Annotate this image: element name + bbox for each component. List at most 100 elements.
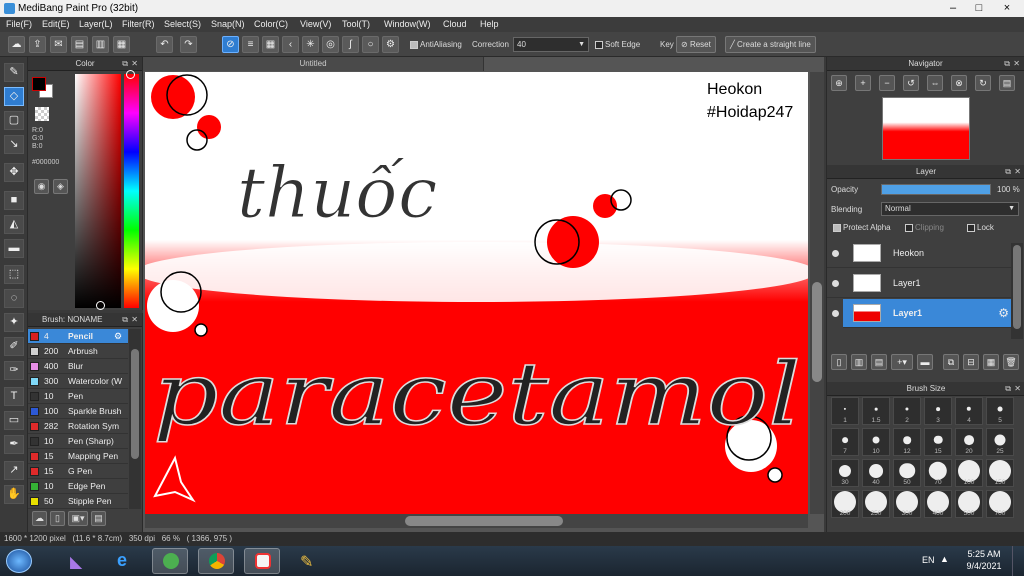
hue-handle[interactable] xyxy=(126,70,135,79)
brush-size-option[interactable]: 4 xyxy=(955,397,983,425)
drawing-canvas[interactable]: Heokon #Hoidap247 thuốc paracetamol xyxy=(145,72,808,514)
brush-size-option[interactable]: 2 xyxy=(893,397,921,425)
internet-explorer-icon[interactable]: e xyxy=(106,548,142,574)
circle-snap-icon[interactable]: ○ xyxy=(362,36,379,53)
cloud-brush-icon[interactable]: ☁ xyxy=(32,511,47,526)
radial-snap-icon[interactable]: ✳ xyxy=(302,36,319,53)
clock[interactable]: 5:25 AM 9/4/2021 xyxy=(964,548,1004,574)
brush-size-option[interactable]: 50 xyxy=(893,459,921,487)
rotate-left-icon[interactable]: ↺ xyxy=(903,75,919,91)
grid-snap-icon[interactable]: ▦ xyxy=(262,36,279,53)
close-button[interactable]: × xyxy=(994,0,1020,17)
menu-color[interactable]: Color(C) xyxy=(254,17,288,32)
save-icon[interactable]: ▥ xyxy=(92,36,109,53)
menu-filter[interactable]: Filter(R) xyxy=(122,17,155,32)
color-palette-icon[interactable]: ◈ xyxy=(53,179,68,194)
rotate-right-icon[interactable]: ↻ xyxy=(975,75,991,91)
brush-item[interactable]: 50 Stipple Pen xyxy=(28,494,128,509)
brush-size-option[interactable]: 12 xyxy=(893,428,921,456)
canvas-vertical-scrollbar[interactable] xyxy=(810,72,824,514)
horizontal-scroll-thumb[interactable] xyxy=(405,516,563,526)
concentric-snap-icon[interactable]: ◎ xyxy=(322,36,339,53)
select-tool-icon[interactable]: ⬚ xyxy=(4,265,24,284)
clipping-checkbox[interactable]: Clipping xyxy=(905,223,944,232)
document-tab[interactable]: Untitled xyxy=(143,57,484,71)
medibang-taskbar-icon[interactable] xyxy=(244,548,280,574)
new-file-icon[interactable]: ▤ xyxy=(71,36,88,53)
brush-size-option[interactable]: 150 xyxy=(986,459,1014,487)
hand-tool-icon[interactable]: ✋ xyxy=(4,485,24,504)
divide-tool-icon[interactable]: ▭ xyxy=(4,411,24,430)
brush-item[interactable]: 15 G Pen xyxy=(28,464,128,479)
undo-icon[interactable]: ↶ xyxy=(156,36,173,53)
menu-select[interactable]: Select(S) xyxy=(164,17,201,32)
brush-size-option[interactable]: 200 xyxy=(831,490,859,518)
brush-size-option[interactable]: 30 xyxy=(831,459,859,487)
brush-size-option[interactable]: 40 xyxy=(862,459,890,487)
show-desktop-button[interactable] xyxy=(1012,546,1024,576)
snap-settings-icon[interactable]: ⚙ xyxy=(382,36,399,53)
brush-size-option[interactable]: 10 xyxy=(862,428,890,456)
reset-button[interactable]: ⊘ Reset xyxy=(676,36,716,53)
add-layer-menu-icon[interactable]: +▾ xyxy=(891,354,913,370)
brush-size-option[interactable]: 700 xyxy=(986,490,1014,518)
comment-icon[interactable]: ✉ xyxy=(50,36,67,53)
brush-size-option[interactable]: 25 xyxy=(986,428,1014,456)
menu-snap[interactable]: Snap(N) xyxy=(211,17,245,32)
close-panel-icon[interactable]: ✕ xyxy=(131,313,138,327)
brush-tool-icon[interactable]: ✎ xyxy=(4,63,24,82)
chrome-icon[interactable] xyxy=(198,548,234,574)
fill-shape-tool-icon[interactable]: ■ xyxy=(4,191,24,210)
lock-checkbox[interactable]: Lock xyxy=(967,223,994,232)
redo-icon[interactable]: ↷ xyxy=(180,36,197,53)
delete-layer-icon[interactable]: 🗑 xyxy=(1003,354,1019,370)
brush-item[interactable]: 400 Blur xyxy=(28,359,128,374)
brush-size-option[interactable]: 1 xyxy=(831,397,859,425)
visual-studio-icon[interactable]: ◣ xyxy=(60,548,96,574)
snap-off-icon[interactable]: ⊘ xyxy=(222,36,239,53)
brush-size-option[interactable]: 500 xyxy=(955,490,983,518)
folder-icon[interactable]: ▬ xyxy=(917,354,933,370)
brush-size-option[interactable]: 3 xyxy=(924,397,952,425)
layer-row[interactable]: Heokon xyxy=(827,239,1011,268)
brush-menu-icon[interactable]: ▣▾ xyxy=(68,511,88,526)
close-panel-icon[interactable]: ✕ xyxy=(131,57,138,71)
undock-icon[interactable]: ⧉ xyxy=(122,313,128,327)
new-halftone-layer-icon[interactable]: ▥ xyxy=(851,354,867,370)
transparent-color-swatch[interactable] xyxy=(35,107,49,121)
tray-up-icon[interactable]: ▲ xyxy=(940,554,949,564)
layer-scroll-thumb[interactable] xyxy=(1013,245,1021,329)
brush-list-scrollbar[interactable] xyxy=(129,329,141,509)
gradient-tool-icon[interactable]: ▬ xyxy=(4,239,24,258)
menu-cloud[interactable]: Cloud xyxy=(443,17,467,32)
brush-size-option[interactable]: 15 xyxy=(924,428,952,456)
brush-item[interactable]: 10 Edge Pen xyxy=(28,479,128,494)
zoom-fit-icon[interactable]: ⊕ xyxy=(831,75,847,91)
antialiasing-checkbox[interactable]: AntiAliasing xyxy=(410,32,462,57)
perspective-snap-icon[interactable]: ‹ xyxy=(282,36,299,53)
new-folder-icon[interactable]: ▤ xyxy=(871,354,887,370)
eraser-tool-icon[interactable]: ◇ xyxy=(4,87,24,106)
color-wheel-icon[interactable]: ◉ xyxy=(34,179,49,194)
operation-tool-icon[interactable]: ↗ xyxy=(4,461,24,480)
brush-size-option[interactable]: 400 xyxy=(924,490,952,518)
undock-icon[interactable]: ⧉ xyxy=(1005,382,1011,396)
text-tool-icon[interactable]: T xyxy=(4,387,24,406)
flip-icon[interactable]: ⇔ xyxy=(927,75,943,91)
reset-view-icon[interactable]: ⊗ xyxy=(951,75,967,91)
soft-edge-checkbox[interactable]: Soft Edge xyxy=(595,32,640,57)
minimize-button[interactable]: – xyxy=(940,0,966,17)
undock-icon[interactable]: ⧉ xyxy=(1004,57,1010,71)
brush-item[interactable]: 10 Pen xyxy=(28,389,128,404)
visibility-eye-icon[interactable] xyxy=(832,310,839,317)
dot-pen-tool-icon[interactable]: ↘ xyxy=(4,135,24,154)
straight-line-button[interactable]: ╱ Create a straight line xyxy=(725,36,816,53)
navigator-preview[interactable] xyxy=(882,97,970,160)
brush-item[interactable]: 282 Rotation Sym xyxy=(28,419,128,434)
opacity-slider[interactable] xyxy=(881,184,991,195)
blending-select[interactable]: Normal ▼ xyxy=(881,202,1019,216)
brush-properties-icon[interactable]: ▤ xyxy=(91,511,106,526)
brush-size-option[interactable]: 70 xyxy=(924,459,952,487)
correction-select[interactable]: 40 ▼ xyxy=(513,37,589,52)
lasso-tool-icon[interactable]: ◌ xyxy=(4,289,24,308)
